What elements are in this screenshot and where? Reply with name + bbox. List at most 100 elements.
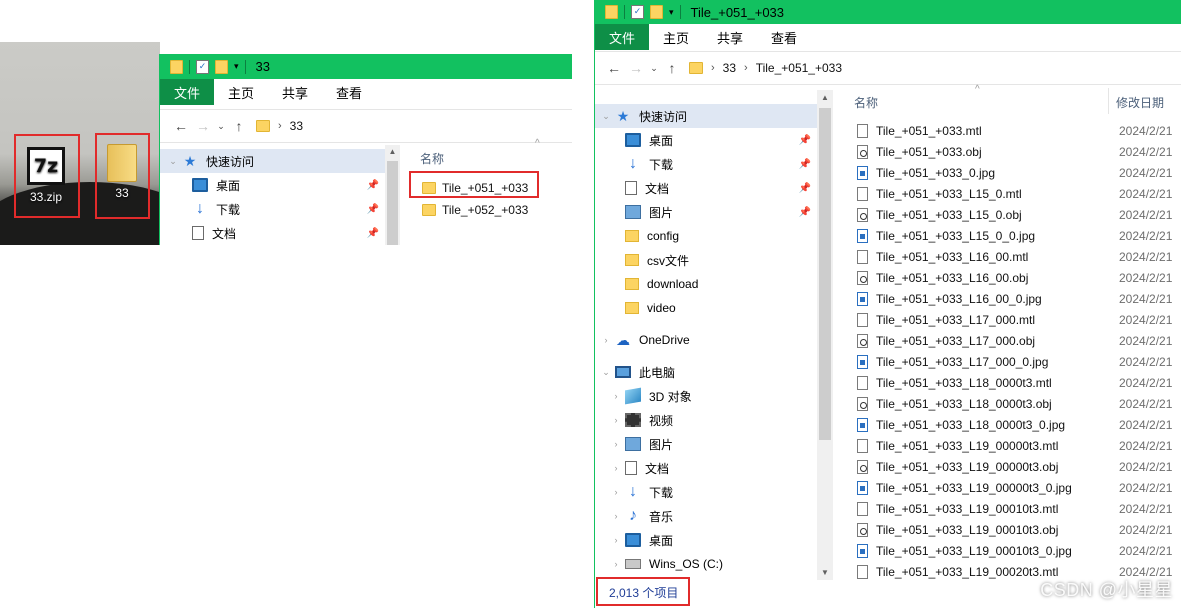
file-row[interactable]: Tile_+051_+033_L15_0.obj 2024/2/21 (857, 204, 1181, 225)
file-row[interactable]: Tile_+051_+033_L16_00.obj 2024/2/21 (857, 267, 1181, 288)
chevron-down-icon[interactable]: ▾ (234, 61, 239, 72)
breadcrumb-item[interactable]: Tile_+051_+033 (756, 61, 842, 75)
nav-pictures[interactable]: 图片 📌 (595, 200, 817, 224)
nav-folder-download[interactable]: download (595, 272, 817, 296)
file-row[interactable]: Tile_+051_+033.mtl 2024/2/21 (857, 120, 1181, 141)
expand-icon[interactable]: › (609, 511, 623, 521)
recent-chevron-icon[interactable]: ⌄ (647, 63, 661, 74)
nav-downloads[interactable]: ↓ 下载 📌 (595, 152, 817, 176)
forward-arrow-icon[interactable]: → (192, 118, 214, 134)
properties-icon[interactable]: ✓ (631, 5, 644, 19)
file-row[interactable]: Tile_+051_+033_L15_0.mtl 2024/2/21 (857, 183, 1181, 204)
jpg-file-icon (857, 417, 868, 432)
file-row[interactable]: Tile_+051_+033_L16_00_0.jpg 2024/2/21 (857, 288, 1181, 309)
file-row[interactable]: Tile_+051_+033_L19_00010t3_0.jpg 2024/2/2… (857, 540, 1181, 561)
properties-icon[interactable]: ✓ (196, 59, 209, 74)
list-item[interactable]: Tile_+052_+033 (422, 199, 572, 220)
expand-icon[interactable]: › (609, 559, 623, 569)
file-row[interactable]: Tile_+051_+033_0.jpg 2024/2/21 (857, 162, 1181, 183)
nav-folder-config[interactable]: config (595, 224, 817, 248)
nav-desktop[interactable]: 桌面 📌 (160, 173, 385, 197)
expand-icon[interactable]: › (609, 535, 623, 545)
file-row[interactable]: Tile_+051_+033_L19_00000t3_0.jpg 2024/2/2… (857, 477, 1181, 498)
nav-this-pc[interactable]: ⌄ 此电脑 (595, 360, 817, 384)
nav-documents[interactable]: 文档 📌 (160, 221, 385, 245)
expand-icon[interactable]: › (609, 439, 623, 449)
breadcrumb-item[interactable]: 33 (290, 119, 303, 133)
breadcrumb-item[interactable]: 33 (723, 61, 736, 75)
back-arrow-icon[interactable]: ← (170, 118, 192, 134)
tab-home[interactable]: 主页 (649, 24, 703, 50)
nav-pc-downloads[interactable]: › ↓ 下载 (595, 480, 817, 504)
expand-icon[interactable]: › (609, 463, 623, 473)
file-row[interactable]: Tile_+051_+033_L16_00.mtl 2024/2/21 (857, 246, 1181, 267)
title-bar: ✓ ▾ 33 (160, 54, 572, 79)
tab-share[interactable]: 共享 (703, 24, 757, 50)
nav-scrollbar[interactable]: ▲ ▼ (817, 90, 833, 580)
nav-desktop[interactable]: 桌面 📌 (595, 128, 817, 152)
expand-icon[interactable]: › (599, 335, 613, 345)
nav-downloads[interactable]: ↓ 下载 📌 (160, 197, 385, 221)
column-header-name[interactable]: 名称 (854, 94, 878, 111)
scroll-down-icon[interactable]: ▼ (817, 568, 833, 577)
file-row[interactable]: Tile_+051_+033_L19_00000t3.obj 2024/2/21 (857, 456, 1181, 477)
file-row[interactable]: Tile_+051_+033_L19_00010t3.mtl 2024/2/21 (857, 498, 1181, 519)
file-row[interactable]: Tile_+051_+033_L18_0000t3.mtl 2024/2/21 (857, 372, 1181, 393)
nav-onedrive[interactable]: › ☁ OneDrive (595, 328, 817, 352)
nav-pc-desktop[interactable]: › 桌面 (595, 528, 817, 552)
file-row[interactable]: Tile_+051_+033_L17_000.obj 2024/2/21 (857, 330, 1181, 351)
expand-icon[interactable]: › (609, 391, 623, 401)
music-icon: ♪ (629, 507, 637, 524)
file-row[interactable]: Tile_+051_+033_L19_00000t3.mtl 2024/2/21 (857, 435, 1181, 456)
file-row[interactable]: Tile_+051_+033_L15_0_0.jpg 2024/2/21 (857, 225, 1181, 246)
new-folder-icon[interactable] (650, 5, 663, 19)
nav-videos[interactable]: › 视频 (595, 408, 817, 432)
file-row[interactable]: Tile_+051_+033_L18_0000t3.obj 2024/2/21 (857, 393, 1181, 414)
expand-icon[interactable]: › (609, 415, 623, 425)
file-row[interactable]: Tile_+051_+033_L17_000.mtl 2024/2/21 (857, 309, 1181, 330)
scroll-thumb[interactable] (819, 108, 831, 440)
ribbon-tabs: 文件 主页 共享 查看 (160, 79, 572, 105)
nav-folder-csv[interactable]: csv文件 (595, 248, 817, 272)
breadcrumb[interactable]: › 33 › Tile_+051_+033 (689, 56, 842, 80)
file-row[interactable]: Tile_+051_+033.obj 2024/2/21 (857, 141, 1181, 162)
scroll-thumb[interactable] (387, 161, 398, 245)
column-header-date[interactable]: 修改日期 (1116, 94, 1164, 111)
chevron-down-icon[interactable]: ▾ (669, 7, 674, 18)
file-row[interactable]: Tile_+051_+033_L18_0000t3_0.jpg 2024/2/21 (857, 414, 1181, 435)
expand-icon[interactable]: ⌄ (599, 367, 613, 378)
nav-folder-video[interactable]: video (595, 296, 817, 320)
nav-label: 图片 (649, 437, 674, 452)
tab-share[interactable]: 共享 (268, 79, 322, 105)
file-row[interactable]: Tile_+051_+033_L17_000_0.jpg 2024/2/21 (857, 351, 1181, 372)
breadcrumb[interactable]: › 33 (256, 114, 303, 138)
nav-documents[interactable]: 文档 📌 (595, 176, 817, 200)
tab-view[interactable]: 查看 (757, 24, 811, 50)
scroll-up-icon[interactable]: ▲ (385, 147, 400, 156)
nav-drive-c[interactable]: › Wins_OS (C:) (595, 552, 817, 576)
nav-quick-access[interactable]: ⌄ ★ 快速访问 (160, 149, 385, 173)
tab-file[interactable]: 文件 (595, 24, 650, 50)
expand-icon[interactable]: ⌄ (599, 111, 613, 122)
back-arrow-icon[interactable]: ← (603, 60, 625, 76)
up-arrow-icon[interactable]: ↑ (661, 60, 683, 76)
nav-scrollbar[interactable]: ▲ (385, 145, 400, 245)
file-row[interactable]: Tile_+051_+033_L19_00010t3.obj 2024/2/21 (857, 519, 1181, 540)
new-folder-icon[interactable] (215, 59, 228, 74)
up-arrow-icon[interactable]: ↑ (228, 118, 250, 134)
recent-chevron-icon[interactable]: ⌄ (214, 121, 228, 132)
nav-3d-objects[interactable]: › 3D 对象 (595, 384, 817, 408)
nav-music[interactable]: › ♪ 音乐 (595, 504, 817, 528)
forward-arrow-icon[interactable]: → (625, 60, 647, 76)
nav-quick-access[interactable]: ⌄ ★ 快速访问 (595, 104, 817, 128)
nav-pc-documents[interactable]: › 文档 (595, 456, 817, 480)
tab-home[interactable]: 主页 (214, 79, 268, 105)
tab-view[interactable]: 查看 (322, 79, 376, 105)
column-header-name[interactable]: 名称 (420, 150, 444, 167)
expand-icon[interactable]: › (609, 487, 623, 497)
scroll-up-icon[interactable]: ▲ (817, 93, 833, 102)
picture-icon (625, 437, 641, 451)
expand-icon[interactable]: ⌄ (166, 156, 180, 167)
nav-pc-pictures[interactable]: › 图片 (595, 432, 817, 456)
tab-file[interactable]: 文件 (160, 79, 215, 105)
